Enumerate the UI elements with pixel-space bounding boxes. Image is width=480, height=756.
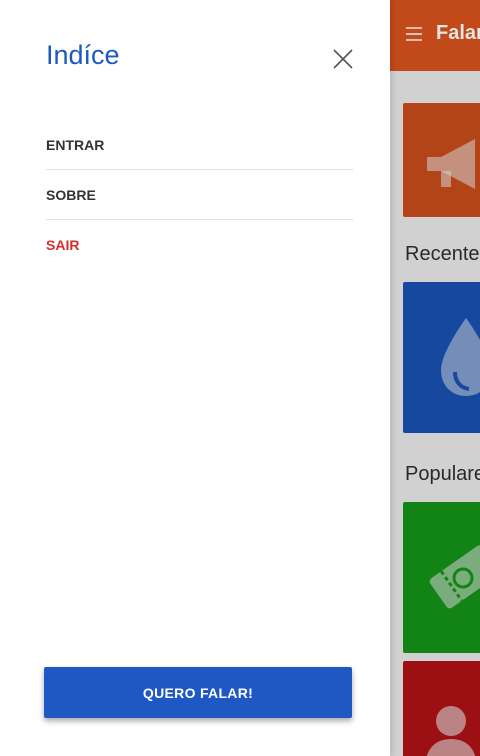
menu-item-sair[interactable]: SAIR [46, 220, 353, 270]
close-button[interactable] [330, 46, 356, 72]
scrim-top [390, 0, 480, 71]
drawer-title: Indíce [46, 40, 120, 70]
navigation-drawer: Indíce ENTRAR SOBRE SAIR QUERO FALAR! [0, 0, 390, 756]
quero-falar-button[interactable]: QUERO FALAR! [44, 667, 352, 718]
scrim[interactable] [390, 71, 480, 756]
drawer-menu: ENTRAR SOBRE SAIR [46, 120, 353, 270]
menu-item-entrar[interactable]: ENTRAR [46, 120, 353, 170]
menu-item-sobre[interactable]: SOBRE [46, 170, 353, 220]
close-icon [333, 49, 353, 69]
